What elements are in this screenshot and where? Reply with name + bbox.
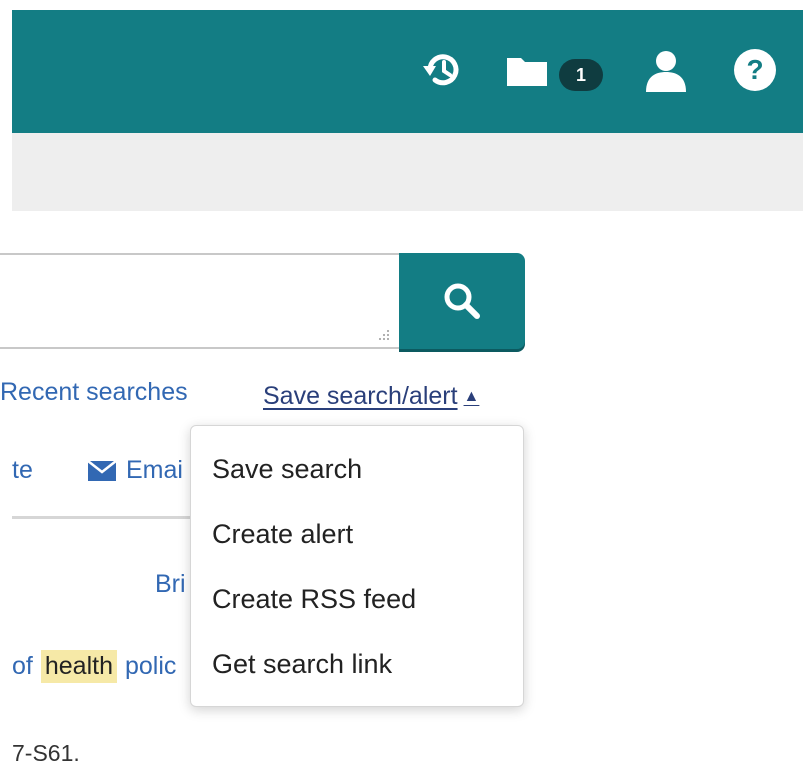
save-search-alert-label: Save search/alert xyxy=(263,382,458,410)
caret-up-icon: ▲ xyxy=(463,387,480,405)
email-button[interactable]: Emai xyxy=(88,456,183,485)
search-term-highlight: health xyxy=(40,650,117,683)
result-title-suffix: polic xyxy=(124,652,177,680)
sub-bar xyxy=(12,133,803,211)
search-input[interactable] xyxy=(0,253,402,349)
search-button[interactable] xyxy=(399,253,525,349)
user-icon[interactable] xyxy=(644,48,688,92)
email-label: Emai xyxy=(126,456,183,484)
resize-grip-icon[interactable] xyxy=(376,327,390,341)
search-icon xyxy=(444,283,480,319)
save-search-dropdown-menu: Save search Create alert Create RSS feed… xyxy=(190,425,524,707)
menu-item-create-alert[interactable]: Create alert xyxy=(212,519,353,550)
help-icon[interactable]: ? xyxy=(733,48,777,92)
svg-text:?: ? xyxy=(746,54,763,85)
history-icon[interactable] xyxy=(420,48,464,92)
result-partial-link[interactable]: Bri xyxy=(155,570,186,599)
toolbar-partial-link[interactable]: te xyxy=(12,456,33,485)
result-title[interactable]: of health polic xyxy=(12,650,176,683)
recent-searches-link[interactable]: Recent searches xyxy=(0,378,188,407)
result-title-prefix: of xyxy=(12,652,33,680)
folder-count-badge: 1 xyxy=(559,59,603,91)
menu-item-create-rss-feed[interactable]: Create RSS feed xyxy=(212,584,416,615)
save-search-alert-toggle[interactable]: Save search/alert ▲ xyxy=(263,382,479,411)
folder-icon[interactable] xyxy=(505,48,549,92)
menu-item-save-search[interactable]: Save search xyxy=(212,454,362,485)
menu-item-get-search-link[interactable]: Get search link xyxy=(212,649,392,680)
email-icon xyxy=(88,460,116,481)
result-page-reference: 7-S61. xyxy=(12,740,80,766)
